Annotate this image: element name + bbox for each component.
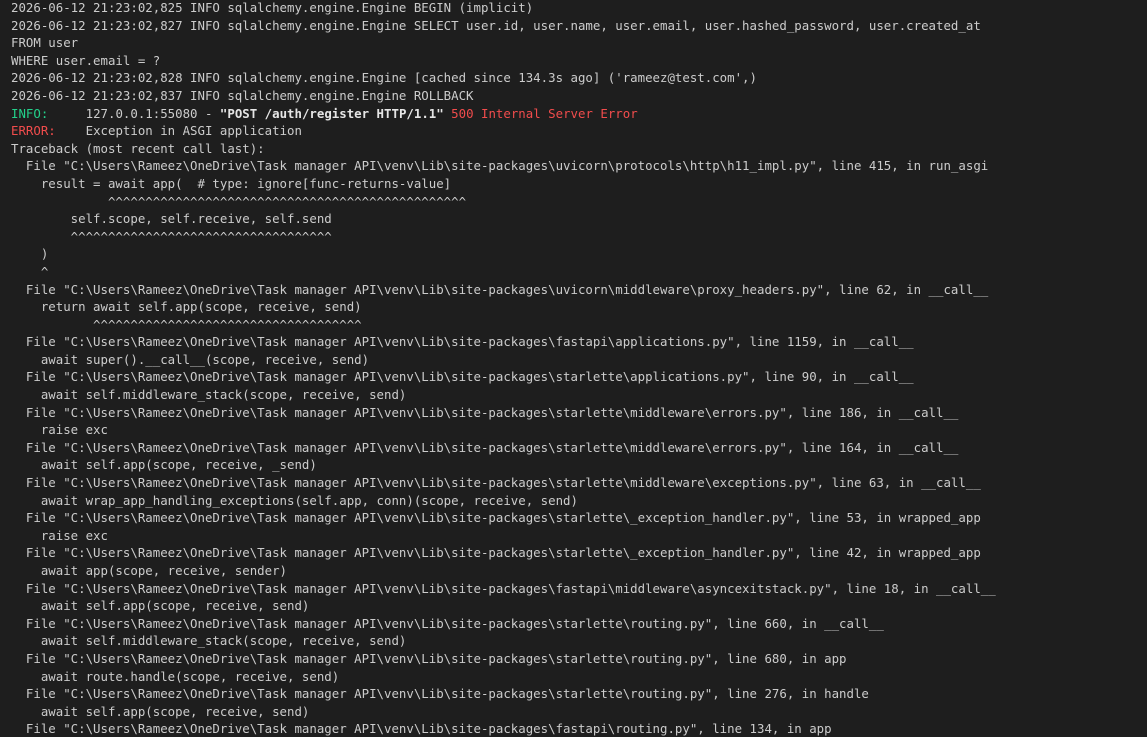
traceback-line: raise exc [11, 527, 108, 543]
traceback-line: File "C:\Users\Rameez\OneDrive\Task mana… [11, 650, 847, 666]
traceback-line: self.scope, self.receive, self.send [11, 211, 332, 227]
traceback-line: ^^^^^^^^^^^^^^^^^^^^^^^^^^^^^^^^^^^ [11, 228, 332, 244]
traceback-line: File "C:\Users\Rameez\OneDrive\Task mana… [11, 510, 981, 526]
traceback-line: File "C:\Users\Rameez\OneDrive\Task mana… [11, 721, 832, 737]
traceback-line: File "C:\Users\Rameez\OneDrive\Task mana… [11, 158, 989, 174]
traceback-line: return await self.app(scope, receive, se… [11, 299, 362, 315]
traceback-line: result = await app( # type: ignore[func-… [11, 175, 452, 191]
access-log-line: INFO: 127.0.0.1:55080 - "POST /auth/regi… [11, 105, 1147, 123]
traceback-line: ) [11, 246, 49, 262]
traceback-line: File "C:\Users\Rameez\OneDrive\Task mana… [11, 369, 914, 385]
log-line: 2026-06-12 21:23:02,837 INFO sqlalchemy.… [11, 87, 474, 103]
log-line: 2026-06-12 21:23:02,827 INFO sqlalchemy.… [11, 17, 981, 33]
traceback-line: File "C:\Users\Rameez\OneDrive\Task mana… [11, 334, 914, 350]
traceback-line: File "C:\Users\Rameez\OneDrive\Task mana… [11, 545, 981, 561]
error-log-line: ERROR: Exception in ASGI application [11, 122, 1147, 140]
terminal-output[interactable]: 2026-06-12 21:23:02,825 INFO sqlalchemy.… [0, 0, 1147, 737]
error-label: ERROR: [11, 123, 56, 139]
terminal-scroll-content: 2026-06-12 21:23:02,825 INFO sqlalchemy.… [11, 0, 1147, 737]
traceback-line: ^^^^^^^^^^^^^^^^^^^^^^^^^^^^^^^^^^^^^^^^… [11, 193, 467, 209]
traceback-line: await self.app(scope, receive, send) [11, 598, 310, 614]
traceback-line: await app(scope, receive, sender) [11, 563, 288, 578]
traceback-line: await super().__call__(scope, receive, s… [11, 351, 370, 367]
client-address: 127.0.0.1:55080 - [85, 105, 220, 121]
request-line: "POST /auth/register HTTP/1.1" [219, 105, 444, 121]
traceback-line: File "C:\Users\Rameez\OneDrive\Task mana… [11, 475, 981, 491]
pad [56, 123, 86, 138]
traceback-line: File "C:\Users\Rameez\OneDrive\Task mana… [11, 686, 869, 702]
traceback-line: Traceback (most recent call last): [11, 140, 265, 156]
log-line: FROM user [11, 35, 79, 51]
pad [48, 106, 85, 121]
traceback-line: await self.middleware_stack(scope, recei… [11, 387, 407, 403]
traceback-line: raise exc [11, 422, 108, 438]
traceback-line: File "C:\Users\Rameez\OneDrive\Task mana… [11, 404, 959, 420]
traceback-line: ^^^^^^^^^^^^^^^^^^^^^^^^^^^^^^^^^^^^ [11, 316, 362, 332]
traceback-line: File "C:\Users\Rameez\OneDrive\Task mana… [11, 580, 996, 596]
traceback-line: File "C:\Users\Rameez\OneDrive\Task mana… [11, 615, 884, 631]
traceback-line: await route.handle(scope, receive, send) [11, 668, 340, 684]
traceback-line: await self.app(scope, receive, _send) [11, 457, 317, 473]
log-line: WHERE user.email = ? [11, 52, 161, 68]
traceback-line: File "C:\Users\Rameez\OneDrive\Task mana… [11, 439, 959, 455]
traceback-line: File "C:\Users\Rameez\OneDrive\Task mana… [11, 281, 989, 297]
log-line: 2026-06-12 21:23:02,828 INFO sqlalchemy.… [11, 70, 757, 86]
traceback-line: await self.middleware_stack(scope, recei… [11, 633, 407, 649]
log-line: 2026-06-12 21:23:02,825 INFO sqlalchemy.… [11, 0, 534, 15]
info-label: INFO: [11, 105, 49, 121]
traceback-line: await self.app(scope, receive, send) [11, 703, 310, 719]
traceback-line: await wrap_app_handling_exceptions(self.… [11, 492, 578, 508]
status-code: 500 Internal Server Error [451, 105, 638, 121]
error-message: Exception in ASGI application [85, 123, 302, 139]
traceback-line: ^ [11, 263, 49, 279]
